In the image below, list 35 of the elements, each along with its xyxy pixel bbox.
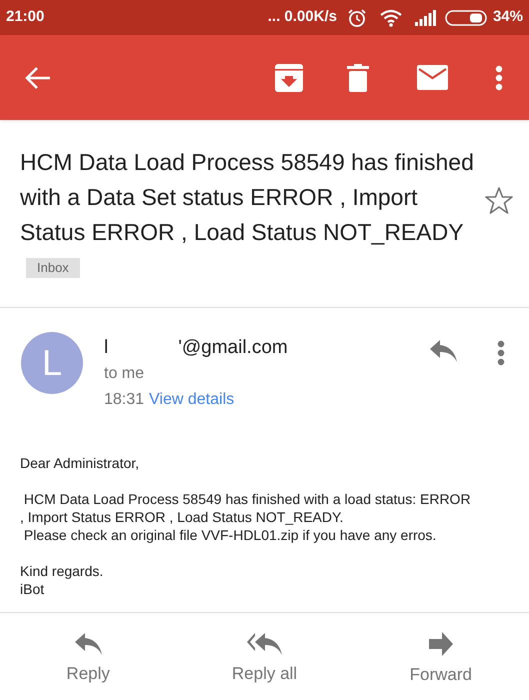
sent-time: 18:31 [104, 390, 144, 410]
reply-icon [74, 632, 102, 655]
alarm-icon [346, 8, 367, 28]
wifi-icon [378, 8, 403, 26]
clock: 21:00 [6, 7, 44, 28]
body-text-line: HCM Data Load Process 58549 has finished with a load status: ERROR [22, 490, 472, 508]
mail-icon[interactable] [417, 65, 448, 90]
body-text-line: Dear Administrator, [20, 454, 140, 472]
star-icon[interactable] [485, 187, 513, 214]
body-text-line: iBot [20, 580, 46, 598]
battery-percent: 34% [492, 7, 523, 28]
inbox-label: Inbox [26, 258, 80, 278]
reply-icon [430, 340, 457, 362]
forward-button[interactable]: Forward [352, 613, 529, 700]
sender-address-end: '@gmail.com [178, 336, 288, 360]
email-subject: HCM Data Load Process 58549 has finished with a Data Set status ERROR , Import Status ERROR , Load Status NOT_READY [20, 149, 474, 245]
view-details-link[interactable]: View details [149, 388, 234, 412]
more-options-icon[interactable] [497, 340, 505, 366]
sender-address-start: l [104, 336, 108, 360]
recipient: to me [104, 364, 146, 384]
signal-icon [414, 10, 437, 26]
network-speed: ... 0.00K/s [268, 7, 337, 28]
archive-icon[interactable] [275, 64, 303, 92]
reply-all-icon [246, 632, 282, 655]
more-options-icon[interactable] [495, 64, 503, 90]
body-text-line: , Import Status ERROR , Load Status NOT_READY. [20, 508, 344, 526]
body-text-line: Please check an original file VVF-HDL01.zip if you have any erros. [22, 526, 438, 544]
body-text-line: Kind regards. [20, 562, 104, 580]
battery-icon [444, 10, 487, 26]
sender-avatar: L [21, 332, 83, 394]
trash-icon[interactable] [347, 64, 369, 92]
forward-icon [428, 632, 453, 656]
reply-button[interactable]: Reply [0, 613, 176, 700]
reply-all-button[interactable]: Reply all [176, 613, 353, 700]
back-arrow-icon[interactable] [25, 66, 51, 90]
